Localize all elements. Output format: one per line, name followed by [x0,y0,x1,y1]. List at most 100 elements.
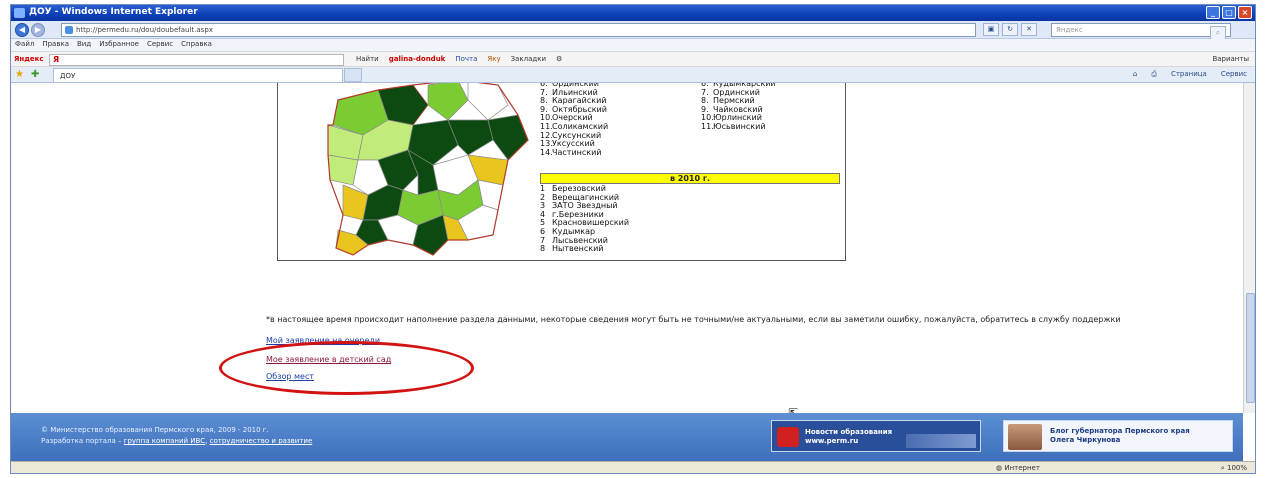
district-name: Частинский [552,147,602,157]
district-row: 8 Нытвенский [540,245,629,254]
tabs-row: ★ ✚ ДОУ ⌂ ⎙ Страница Сервис [11,67,1255,83]
footer-dev-prefix: Разработка портала – [41,437,124,445]
add-favorite-icon[interactable]: ✚ [31,69,39,80]
menu-bar: Файл Правка Вид Избранное Сервис Справка [11,39,1255,51]
menu-view[interactable]: Вид [77,40,91,50]
zoom-icon: ⌕ [1220,464,1225,472]
menu-favorites[interactable]: Избранное [99,40,139,50]
zoom-label: 100% [1226,464,1247,472]
address-controls: ▣ ↻ ✕ [983,23,1037,36]
vertical-scrollbar[interactable] [1243,83,1255,413]
globe-icon: ◍ [996,464,1003,472]
maximize-button[interactable]: □ [1222,6,1236,19]
status-zone: ◍ Интернет [996,464,1040,472]
yandex-options[interactable]: Варианты [1212,55,1249,63]
year-band: в 2010 г. [540,173,840,184]
menu-help[interactable]: Справка [181,40,212,50]
print-icon[interactable]: ⎙ [1151,70,1157,79]
address-field[interactable]: http://permedu.ru/dou/doubefault.aspx [61,23,976,37]
district-name: Нытвенский [552,244,604,254]
site-footer: © Министерство образования Пермского кра… [11,413,1243,461]
district-number: 14. [540,147,553,157]
back-button[interactable]: ◀ [15,23,29,37]
close-button[interactable]: × [1238,6,1252,19]
compatibility-icon[interactable]: ▣ [983,23,999,36]
yandex-find-button[interactable]: Найти [356,55,379,63]
district-name: Юсьвинский [713,121,766,131]
status-zone-label: Интернет [1004,464,1040,472]
news-banner-title: Новости образования [805,428,893,436]
yandex-toolbar: Яндекс Я Найти galina-donduk Почта Яку З… [11,51,1255,67]
map-panel: 6. Ординский 7. Ильинский 8. Карагайский 9. Окт… [277,83,846,261]
yandex-search-input[interactable]: Я [49,54,344,66]
district-number: 11. [701,121,714,131]
address-url: http://permedu.ru/dou/doubefault.aspx [76,26,213,34]
map-district [327,154,359,186]
governor-banner-text: Блог губернатора Пермского края Олега Чи… [1050,427,1190,445]
governor-banner-title: Блог губернатора Пермского края [1050,427,1190,435]
browser-window: ДОУ - Windows Internet Explorer _ □ × ◀ … [10,4,1256,474]
map-district [427,83,469,121]
news-logo-icon [777,427,799,447]
news-banner-url: www.perm.ru [805,437,859,445]
map-district [487,114,529,161]
address-row: ◀ ▶ http://permedu.ru/dou/doubefault.asp… [11,21,1255,40]
minimize-button[interactable]: _ [1206,6,1220,19]
footer-copyright: © Министерство образования Пермского кра… [41,426,269,434]
window-title: ДОУ - Windows Internet Explorer [29,7,198,17]
page-icon [65,26,73,34]
data-notice: *в настоящее время происходит наполнение… [266,315,1121,324]
command-bar: ⌂ ⎙ Страница Сервис [1133,70,1247,79]
yandex-user-button[interactable]: galina-donduk [389,55,446,63]
yandex-logo[interactable]: Яндекс [14,55,44,63]
ie-icon [14,8,25,18]
map-district [447,119,494,156]
map-district [467,83,509,121]
search-placeholder: Яндекс [1056,26,1083,34]
menu-tools[interactable]: Сервис [147,40,173,50]
governor-blog-banner[interactable]: Блог губернатора Пермского края Олега Чи… [1003,420,1233,452]
window-controls: _ □ × [1206,6,1252,19]
skyline-icon [906,434,976,448]
menu-file[interactable]: Файл [15,40,34,50]
refresh-icon[interactable]: ↻ [1002,23,1018,36]
title-bar: ДОУ - Windows Internet Explorer _ □ × [11,5,1255,21]
highlight-ellipse [219,341,474,395]
district-list-c: 1 Березовский 2 Верещагинский 3 ЗАТО Звездный… [540,184,629,254]
mouse-cursor-icon: ⇱ [788,406,799,413]
scrollbar-thumb[interactable] [1246,293,1255,403]
region-map [327,83,529,256]
footer-text: © Министерство образования Пермского кра… [41,425,312,447]
status-bar: ◍ Интернет ⌕ 100% [11,461,1255,473]
search-input[interactable]: Яндекс ⌕ [1051,23,1231,40]
yandex-bookmarks-button[interactable]: Закладки [511,55,546,63]
district-number: 8 [540,244,546,254]
home-icon[interactable]: ⌂ [1133,70,1137,79]
tab-label: ДОУ [60,72,76,80]
zoom-control[interactable]: ⌕ 100% [1221,464,1247,473]
footer-developer: Разработка портала – группа компаний ИВС… [41,436,312,447]
district-list-b: 6. Кудымкарский 7. Ординский 8. Пермский 9. Чай… [701,83,776,132]
menu-edit[interactable]: Правка [42,40,69,50]
news-banner[interactable]: Новости образования www.perm.ru [771,420,981,452]
page-menu[interactable]: Страница [1171,70,1207,79]
yandex-weather-button[interactable]: Яку [487,55,500,63]
tab-dou[interactable]: ДОУ [53,68,343,82]
yandex-mail-button[interactable]: Почта [455,55,477,63]
tools-menu[interactable]: Сервис [1221,70,1247,79]
favorites-star-icon[interactable]: ★ [15,69,24,80]
footer-dev-link-ivs[interactable]: группа компаний ИВС [124,437,205,445]
news-banner-text: Новости образования www.perm.ru [805,428,892,446]
district-list-a: 6. Ординский 7. Ильинский 8. Карагайский 9. Окт… [540,83,608,157]
page-content: 6. Ординский 7. Ильинский 8. Карагайский 9. Окт… [11,83,1243,413]
governor-photo [1008,424,1042,450]
stop-icon[interactable]: ✕ [1021,23,1037,36]
new-tab-button[interactable] [344,68,362,82]
yandex-buttons: Найти galina-donduk Почта Яку Закладки ⚙ [356,55,562,63]
gear-icon[interactable]: ⚙ [556,55,562,63]
footer-dev-link-partner[interactable]: сотрудничество и развитие [210,437,313,445]
district-row: 11. Юсьвинский [701,121,776,132]
forward-button[interactable]: ▶ [31,23,45,37]
search-icon[interactable]: ⌕ [1210,26,1226,40]
district-row: 14. Частинский [540,147,608,158]
